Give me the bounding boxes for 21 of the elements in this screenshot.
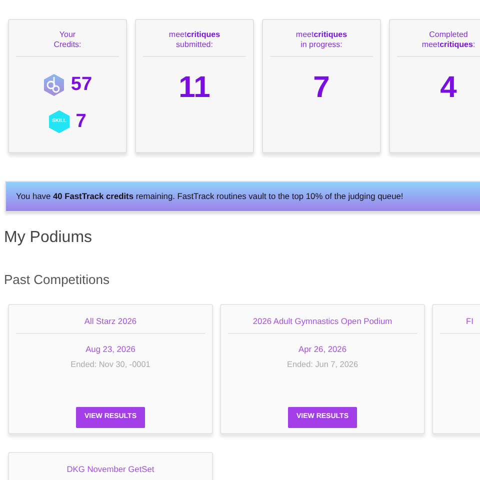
end-date: Ended: Jun 7, 2026 [286,358,360,371]
competition-date: Aug 23, 2026 [84,343,136,356]
credit-icon [42,73,65,98]
page-title: My Podiums [4,228,94,248]
stat-value: 11 [178,71,212,104]
credit-amount: 7 [76,110,86,134]
stat-label: meetcritiques in progress: [270,30,373,57]
section-title: Past Competitions [4,271,110,289]
info-message: You have 40 FastTrack credits remaining. FastTrack routines vault to the top 10% of the judging queue! [16,190,404,203]
competition-date: Apr 26, 2026 [298,343,348,356]
end-date: Ended: Nov 30, -0001 [70,358,152,371]
stat-value: 7 [312,71,331,104]
competition-title: 2026 Adult Gymnastics Open Podium [228,314,417,334]
competition-title: All Starz 2026 [16,314,205,334]
stat-value: 4 [439,71,458,104]
credit-amount: 57 [70,73,92,97]
competition-title: FI [440,314,480,334]
stat-label: Your Credits: [16,30,119,57]
stat-label: meetcritiques submitted: [143,30,246,57]
stat-label: Completed meetcritiques: [397,30,480,57]
competition-title: DKG November GetSet [16,462,205,480]
